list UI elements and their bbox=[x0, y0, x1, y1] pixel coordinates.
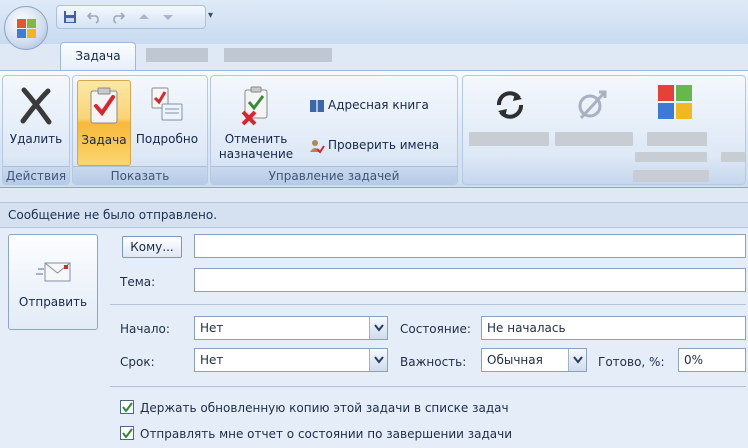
tab-task[interactable]: Задача bbox=[60, 42, 136, 70]
subject-label: Тема: bbox=[120, 275, 156, 289]
cancel-assignment-button[interactable]: Отменить назначение bbox=[215, 80, 297, 166]
ribbon: Удалить Действия Задача Подробно Показат… bbox=[0, 70, 748, 188]
percent-done-value: 0% bbox=[684, 353, 704, 367]
keep-updated-checkbox[interactable] bbox=[120, 400, 134, 414]
address-book-label: Адресная книга bbox=[328, 98, 429, 112]
delete-button[interactable]: Удалить bbox=[5, 80, 67, 166]
sync-icon[interactable] bbox=[493, 88, 527, 122]
delete-x-icon bbox=[20, 87, 52, 125]
send-label: Отправить bbox=[18, 295, 88, 309]
group-blurred bbox=[462, 75, 746, 185]
ribbon-tabs: Задача bbox=[0, 36, 748, 70]
start-label: Начало: bbox=[120, 322, 170, 336]
start-date-dropdown-icon[interactable] bbox=[369, 317, 387, 339]
group-show: Задача Подробно Показать bbox=[72, 75, 208, 185]
start-date-select[interactable]: Нет bbox=[194, 316, 388, 340]
priority-label: Важность: bbox=[400, 355, 467, 369]
task-view-label: Задача bbox=[81, 133, 127, 147]
keep-updated-label: Держать обновленную копию этой задачи в … bbox=[140, 401, 509, 415]
cancel-assignment-label: Отменить назначение bbox=[215, 132, 297, 162]
quick-access-toolbar bbox=[56, 5, 206, 29]
delete-label: Удалить bbox=[9, 132, 63, 146]
details-button[interactable]: Подробно bbox=[133, 80, 201, 166]
subject-field[interactable] bbox=[194, 268, 746, 292]
disabled-tool-icon[interactable] bbox=[575, 88, 609, 122]
group-manage-task: Отменить назначение Адресная книга Прове… bbox=[210, 75, 458, 185]
task-form: Отправить Кому... Тема: Начало: Нет Сост… bbox=[0, 228, 748, 448]
blurred-group-label bbox=[633, 170, 709, 182]
checkmark-icon bbox=[122, 428, 133, 439]
status-value: Не началась bbox=[487, 321, 566, 335]
check-names-label: Проверить имена bbox=[328, 138, 440, 152]
categorize-icon[interactable] bbox=[657, 84, 693, 120]
due-date-select[interactable]: Нет bbox=[194, 348, 388, 372]
undo-icon[interactable] bbox=[87, 10, 101, 24]
up-arrow-icon[interactable] bbox=[137, 10, 151, 24]
to-field[interactable] bbox=[194, 234, 746, 258]
info-bar: Сообщение не было отправлено. bbox=[0, 202, 748, 228]
details-label: Подробно bbox=[135, 132, 199, 146]
task-clipboard-icon bbox=[90, 87, 118, 124]
group-label-actions: Действия bbox=[3, 166, 69, 184]
details-icon bbox=[151, 87, 183, 121]
blurred-label-3 bbox=[647, 132, 707, 146]
save-icon[interactable] bbox=[63, 10, 77, 24]
send-status-report-label: Отправлять мне отчет о состоянии по заве… bbox=[140, 427, 512, 441]
address-book-icon bbox=[310, 99, 324, 112]
cancel-assignment-line2: назначение bbox=[218, 147, 294, 161]
send-envelope-icon bbox=[36, 262, 71, 282]
due-date-value: Нет bbox=[200, 353, 224, 367]
due-date-dropdown-icon[interactable] bbox=[369, 349, 387, 371]
checkmark-icon bbox=[122, 402, 133, 413]
to-button[interactable]: Кому... bbox=[122, 236, 182, 258]
tab-blurred-1[interactable] bbox=[146, 48, 208, 62]
percent-done-field[interactable]: 0% bbox=[678, 348, 746, 372]
percent-done-label: Готово, %: bbox=[598, 355, 665, 369]
redo-icon[interactable] bbox=[111, 10, 125, 24]
office-button[interactable] bbox=[4, 6, 48, 50]
group-label-show: Показать bbox=[73, 166, 207, 184]
address-book-button[interactable]: Адресная книга bbox=[309, 96, 429, 116]
blurred-label-1 bbox=[469, 132, 549, 146]
send-status-report-checkbox[interactable] bbox=[120, 426, 134, 440]
office-logo-icon bbox=[17, 19, 37, 39]
cancel-assignment-icon bbox=[241, 86, 268, 126]
group-label-manage-task: Управление задачей bbox=[211, 166, 457, 184]
check-names-icon bbox=[310, 139, 325, 154]
blurred-label-4 bbox=[635, 152, 707, 162]
priority-dropdown-icon[interactable] bbox=[568, 349, 586, 371]
down-arrow-icon[interactable] bbox=[161, 10, 175, 24]
start-date-value: Нет bbox=[200, 321, 224, 335]
form-divider-1 bbox=[110, 304, 746, 305]
due-label: Срок: bbox=[120, 355, 155, 369]
tab-blurred-2[interactable] bbox=[224, 48, 332, 62]
task-view-button[interactable]: Задача bbox=[77, 80, 131, 166]
customize-qat-icon[interactable]: ▾ bbox=[208, 10, 213, 21]
send-button[interactable]: Отправить bbox=[8, 234, 98, 330]
priority-value: Обычная bbox=[487, 353, 543, 367]
group-actions: Удалить Действия bbox=[2, 75, 70, 185]
status-label: Состояние: bbox=[400, 322, 471, 336]
blurred-label-2 bbox=[555, 132, 633, 146]
check-names-button[interactable]: Проверить имена bbox=[309, 136, 439, 156]
cancel-assignment-line1: Отменить bbox=[224, 132, 288, 146]
priority-select[interactable]: Обычная bbox=[481, 348, 587, 372]
form-divider-2 bbox=[110, 386, 746, 387]
blurred-label-5 bbox=[721, 152, 745, 162]
status-select[interactable]: Не началась bbox=[481, 316, 746, 340]
